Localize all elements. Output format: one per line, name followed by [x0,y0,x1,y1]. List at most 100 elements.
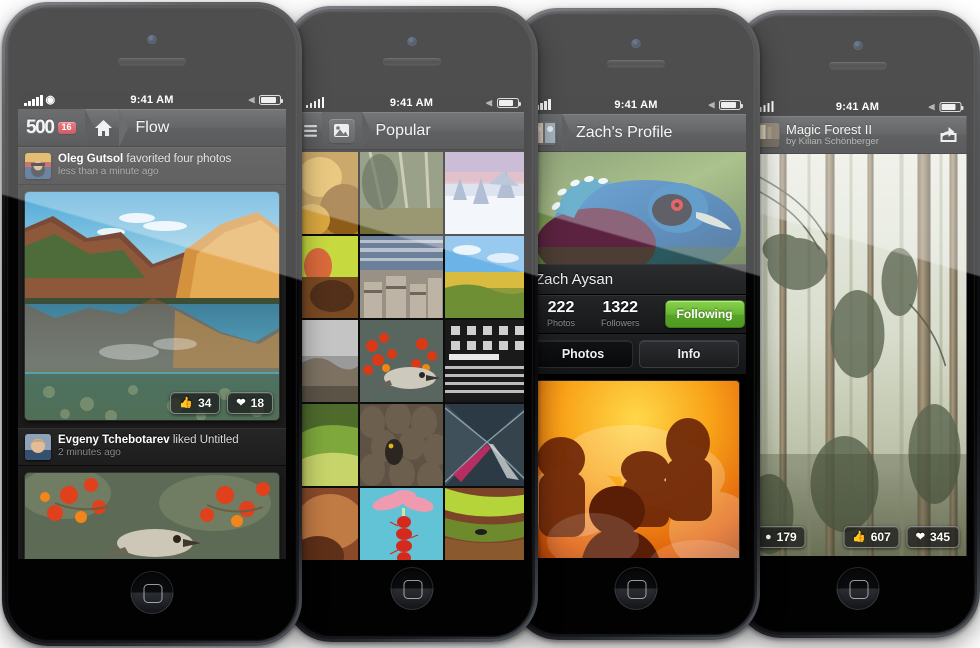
status-bar: ◉ 9:41 AM ⫷ [18,91,286,109]
home-button[interactable] [614,567,658,610]
grid-item[interactable] [359,236,443,318]
followers-label: Followers [601,317,640,328]
nav-bar-detail: Magic Forest II by Kilian Schönberger [749,116,966,154]
grid-item[interactable] [444,404,524,486]
grid-item[interactable] [444,320,524,402]
status-time: 9:41 AM [389,97,434,109]
battery-icon [719,100,743,110]
hearts-count: 345 [929,530,950,544]
notification-badge: 16 [57,121,76,134]
views-pill[interactable]: ● 179 [756,526,806,548]
feed-text: Evgeny Tchebotarev liked Untitled [58,434,239,446]
hearts-pill[interactable]: ❤ 345 [906,526,959,548]
front-camera-icon [407,37,416,46]
nav-bar-flow: 500 16 Flow [18,108,286,147]
hamburger-menu-icon[interactable] [300,124,322,137]
profile-name: Zach Aysan [526,264,746,295]
detail-stats-row: ● 179 👍 607 ❤ 345 [749,526,966,548]
feed-action: liked Untitled [172,434,239,446]
grid-item[interactable] [299,488,358,560]
home-icon[interactable] [85,119,123,136]
battery-icon [496,98,521,108]
page-title: Zach's Profile [576,123,673,141]
feed-action: favorited four photos [126,153,232,165]
earpiece-speaker [828,62,887,69]
likes-pill[interactable]: 👍 34 [170,392,221,414]
battery-icon [939,102,963,112]
feed-photo[interactable]: 👍 34 ❤ 18 [25,192,279,420]
photo-detail-image[interactable]: ● 179 👍 607 ❤ 345 [749,154,966,556]
status-time: 9:41 AM [835,101,880,113]
page-title: Flow [135,118,170,136]
photo-icon-chip[interactable] [321,112,371,150]
photo-icon [328,118,355,143]
status-bar: 9:41 AM ⫷ [749,98,966,116]
eye-icon: ● [765,530,772,543]
grid-item[interactable] [359,404,443,486]
grid-item[interactable] [359,488,443,560]
thumbs-up-icon: 👍 [179,396,194,409]
feed-actor: Oleg Gutsol [58,153,124,165]
feed-photo[interactable] [25,473,279,559]
stat-photos[interactable]: 222 Photos [534,299,588,328]
views-count: 179 [776,530,797,544]
phone-profile: 9:41 AM ⫷ Zach's Profile Zach Aysan 222 … [512,8,760,640]
avatar [25,153,51,179]
profile-photo-item[interactable] [533,381,739,558]
thumbs-up-icon: 👍 [852,530,866,543]
hearts-pill[interactable]: ❤ 18 [227,392,273,414]
front-camera-icon [147,35,157,44]
bluetooth-icon: ⫷ [486,96,493,109]
status-time: 9:41 AM [130,94,174,106]
phone-flow: ◉ 9:41 AM ⫷ 500 16 Flow Oleg Gutsol favo… [2,2,302,646]
feed-item-header[interactable]: Oleg Gutsol favorited four photos less t… [18,147,286,185]
status-bar: 9:41 AM ⫷ [526,96,746,114]
photo-actions: 👍 34 ❤ 18 [170,392,273,414]
grid-item[interactable] [444,236,524,318]
feed-text: Oleg Gutsol favorited four photos [58,153,231,165]
tab-info[interactable]: Info [639,340,739,368]
grid-item[interactable] [444,152,524,234]
grid-item[interactable] [359,152,443,234]
grid-item[interactable] [299,236,358,318]
likes-pill[interactable]: 👍 607 [843,526,900,548]
activity-feed: Oleg Gutsol favorited four photos less t… [18,147,286,559]
profile-cover-photo[interactable] [526,152,746,264]
signal-bars-icon [24,94,43,106]
grid-item[interactable] [359,320,443,402]
grid-item[interactable] [299,404,358,486]
likes-count: 34 [198,396,212,410]
grid-item[interactable] [444,488,524,560]
page-title: Popular [375,121,431,139]
wifi-icon: ◉ [45,93,56,106]
following-button[interactable]: Following [664,300,745,328]
heart-icon: ❤ [915,530,925,543]
home-button[interactable] [130,571,174,614]
grid-item[interactable] [299,152,358,234]
screen-flow: ◉ 9:41 AM ⫷ 500 16 Flow Oleg Gutsol favo… [18,91,286,559]
feed-timestamp: less than a minute ago [58,166,159,177]
brand-chip[interactable]: 500 16 [18,109,94,147]
grid-item[interactable] [299,320,358,402]
phone-popular: 9:41 AM ⫷ Popular [285,6,538,642]
photo-author: by Kilian Schönberger [786,135,879,147]
front-camera-icon [853,41,862,50]
home-button[interactable] [390,567,433,610]
stat-followers[interactable]: 1322 Followers [588,299,653,328]
heart-icon: ❤ [236,396,246,409]
hearts-count: 18 [250,396,264,410]
profile-tabs: Photos Info [526,334,746,375]
bluetooth-icon: ⫷ [708,98,715,111]
screen-detail: 9:41 AM ⫷ Magic Forest II by Kilian Schö… [749,98,966,556]
battery-icon [259,95,283,105]
share-icon[interactable] [936,125,960,145]
screen-popular: 9:41 AM ⫷ Popular [299,94,524,560]
profile-stats: 222 Photos 1322 Followers Following [526,295,746,334]
feed-item-header[interactable]: Evgeny Tchebotarev liked Untitled 2 minu… [18,428,286,466]
photos-label: Photos [547,317,576,328]
logo-500px: 500 16 [26,118,76,137]
status-bar: 9:41 AM ⫷ [299,94,524,112]
tab-photos[interactable]: Photos [533,340,633,368]
home-button[interactable] [836,567,879,610]
front-camera-icon [631,39,641,48]
